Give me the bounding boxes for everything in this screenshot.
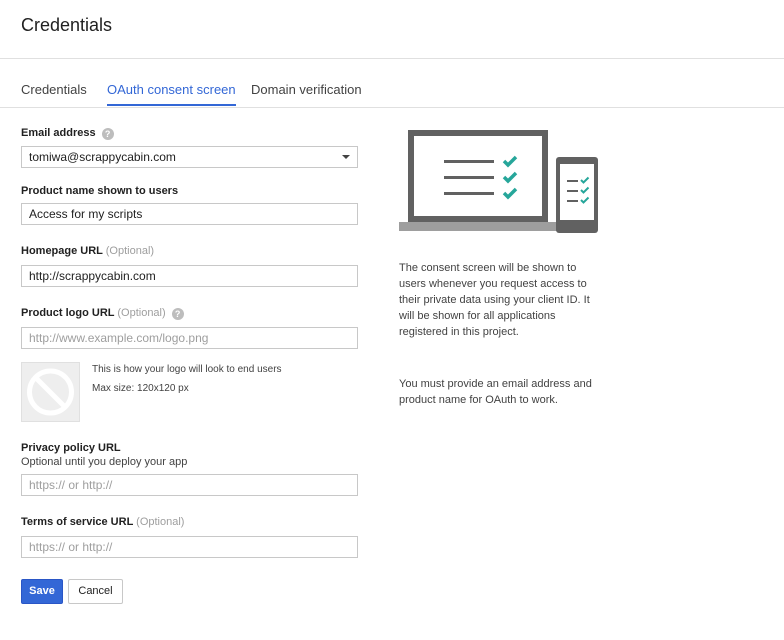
consent-description: The consent screen will be shown to user… — [399, 262, 590, 338]
product-name-label: Product name shown to users — [21, 185, 179, 197]
homepage-url-field[interactable] — [21, 265, 358, 287]
logo-preview — [21, 362, 80, 422]
privacy-sublabel: Optional until you deploy your app — [21, 456, 188, 468]
email-label: Email address? — [21, 127, 114, 140]
laptop-icon — [399, 130, 559, 231]
logo-size-note: Max size: 120x120 px — [92, 383, 189, 394]
homepage-label: Homepage URL (Optional) — [21, 245, 154, 257]
terms-url-field[interactable] — [21, 536, 358, 558]
help-icon[interactable]: ? — [171, 308, 184, 320]
phone-icon — [556, 157, 598, 233]
privacy-label: Privacy policy URL — [21, 442, 121, 454]
logo-label: Product logo URL (Optional)? — [21, 307, 184, 320]
chevron-down-icon — [342, 155, 350, 159]
email-label-text: Email address — [21, 127, 96, 139]
help-icon[interactable]: ? — [101, 128, 114, 140]
privacy-url-field[interactable] — [21, 474, 358, 496]
tab-bar: Credentials OAuth consent screen Domain … — [0, 82, 784, 108]
logo-url-field[interactable] — [21, 327, 358, 349]
cancel-button[interactable]: Cancel — [68, 579, 123, 604]
consent-illustration — [399, 130, 598, 233]
terms-label-text: Terms of service URL — [21, 516, 134, 528]
email-select-value: tomiwa@scrappycabin.com — [29, 150, 176, 164]
terms-label: Terms of service URL (Optional) — [21, 516, 184, 528]
no-image-icon — [27, 368, 74, 416]
optional-tag: (Optional) — [105, 245, 155, 257]
logo-label-text: Product logo URL — [21, 307, 115, 319]
email-select[interactable]: tomiwa@scrappycabin.com — [21, 146, 358, 168]
tab-domain-verification[interactable]: Domain verification — [251, 82, 362, 106]
tab-oauth-consent-screen[interactable]: OAuth consent screen — [107, 82, 236, 106]
tab-credentials[interactable]: Credentials — [21, 82, 87, 106]
page-title: Credentials — [21, 15, 113, 35]
optional-tag: (Optional) — [136, 516, 185, 528]
optional-tag: (Optional) — [117, 307, 166, 319]
save-button[interactable]: Save — [21, 579, 63, 604]
requirement-note: You must provide an email address and pr… — [399, 378, 592, 406]
header-bar: Credentials — [0, 0, 784, 59]
product-name-field[interactable] — [21, 203, 358, 225]
homepage-label-text: Homepage URL — [21, 245, 103, 257]
logo-preview-note: This is how your logo will look to end u… — [92, 364, 282, 375]
